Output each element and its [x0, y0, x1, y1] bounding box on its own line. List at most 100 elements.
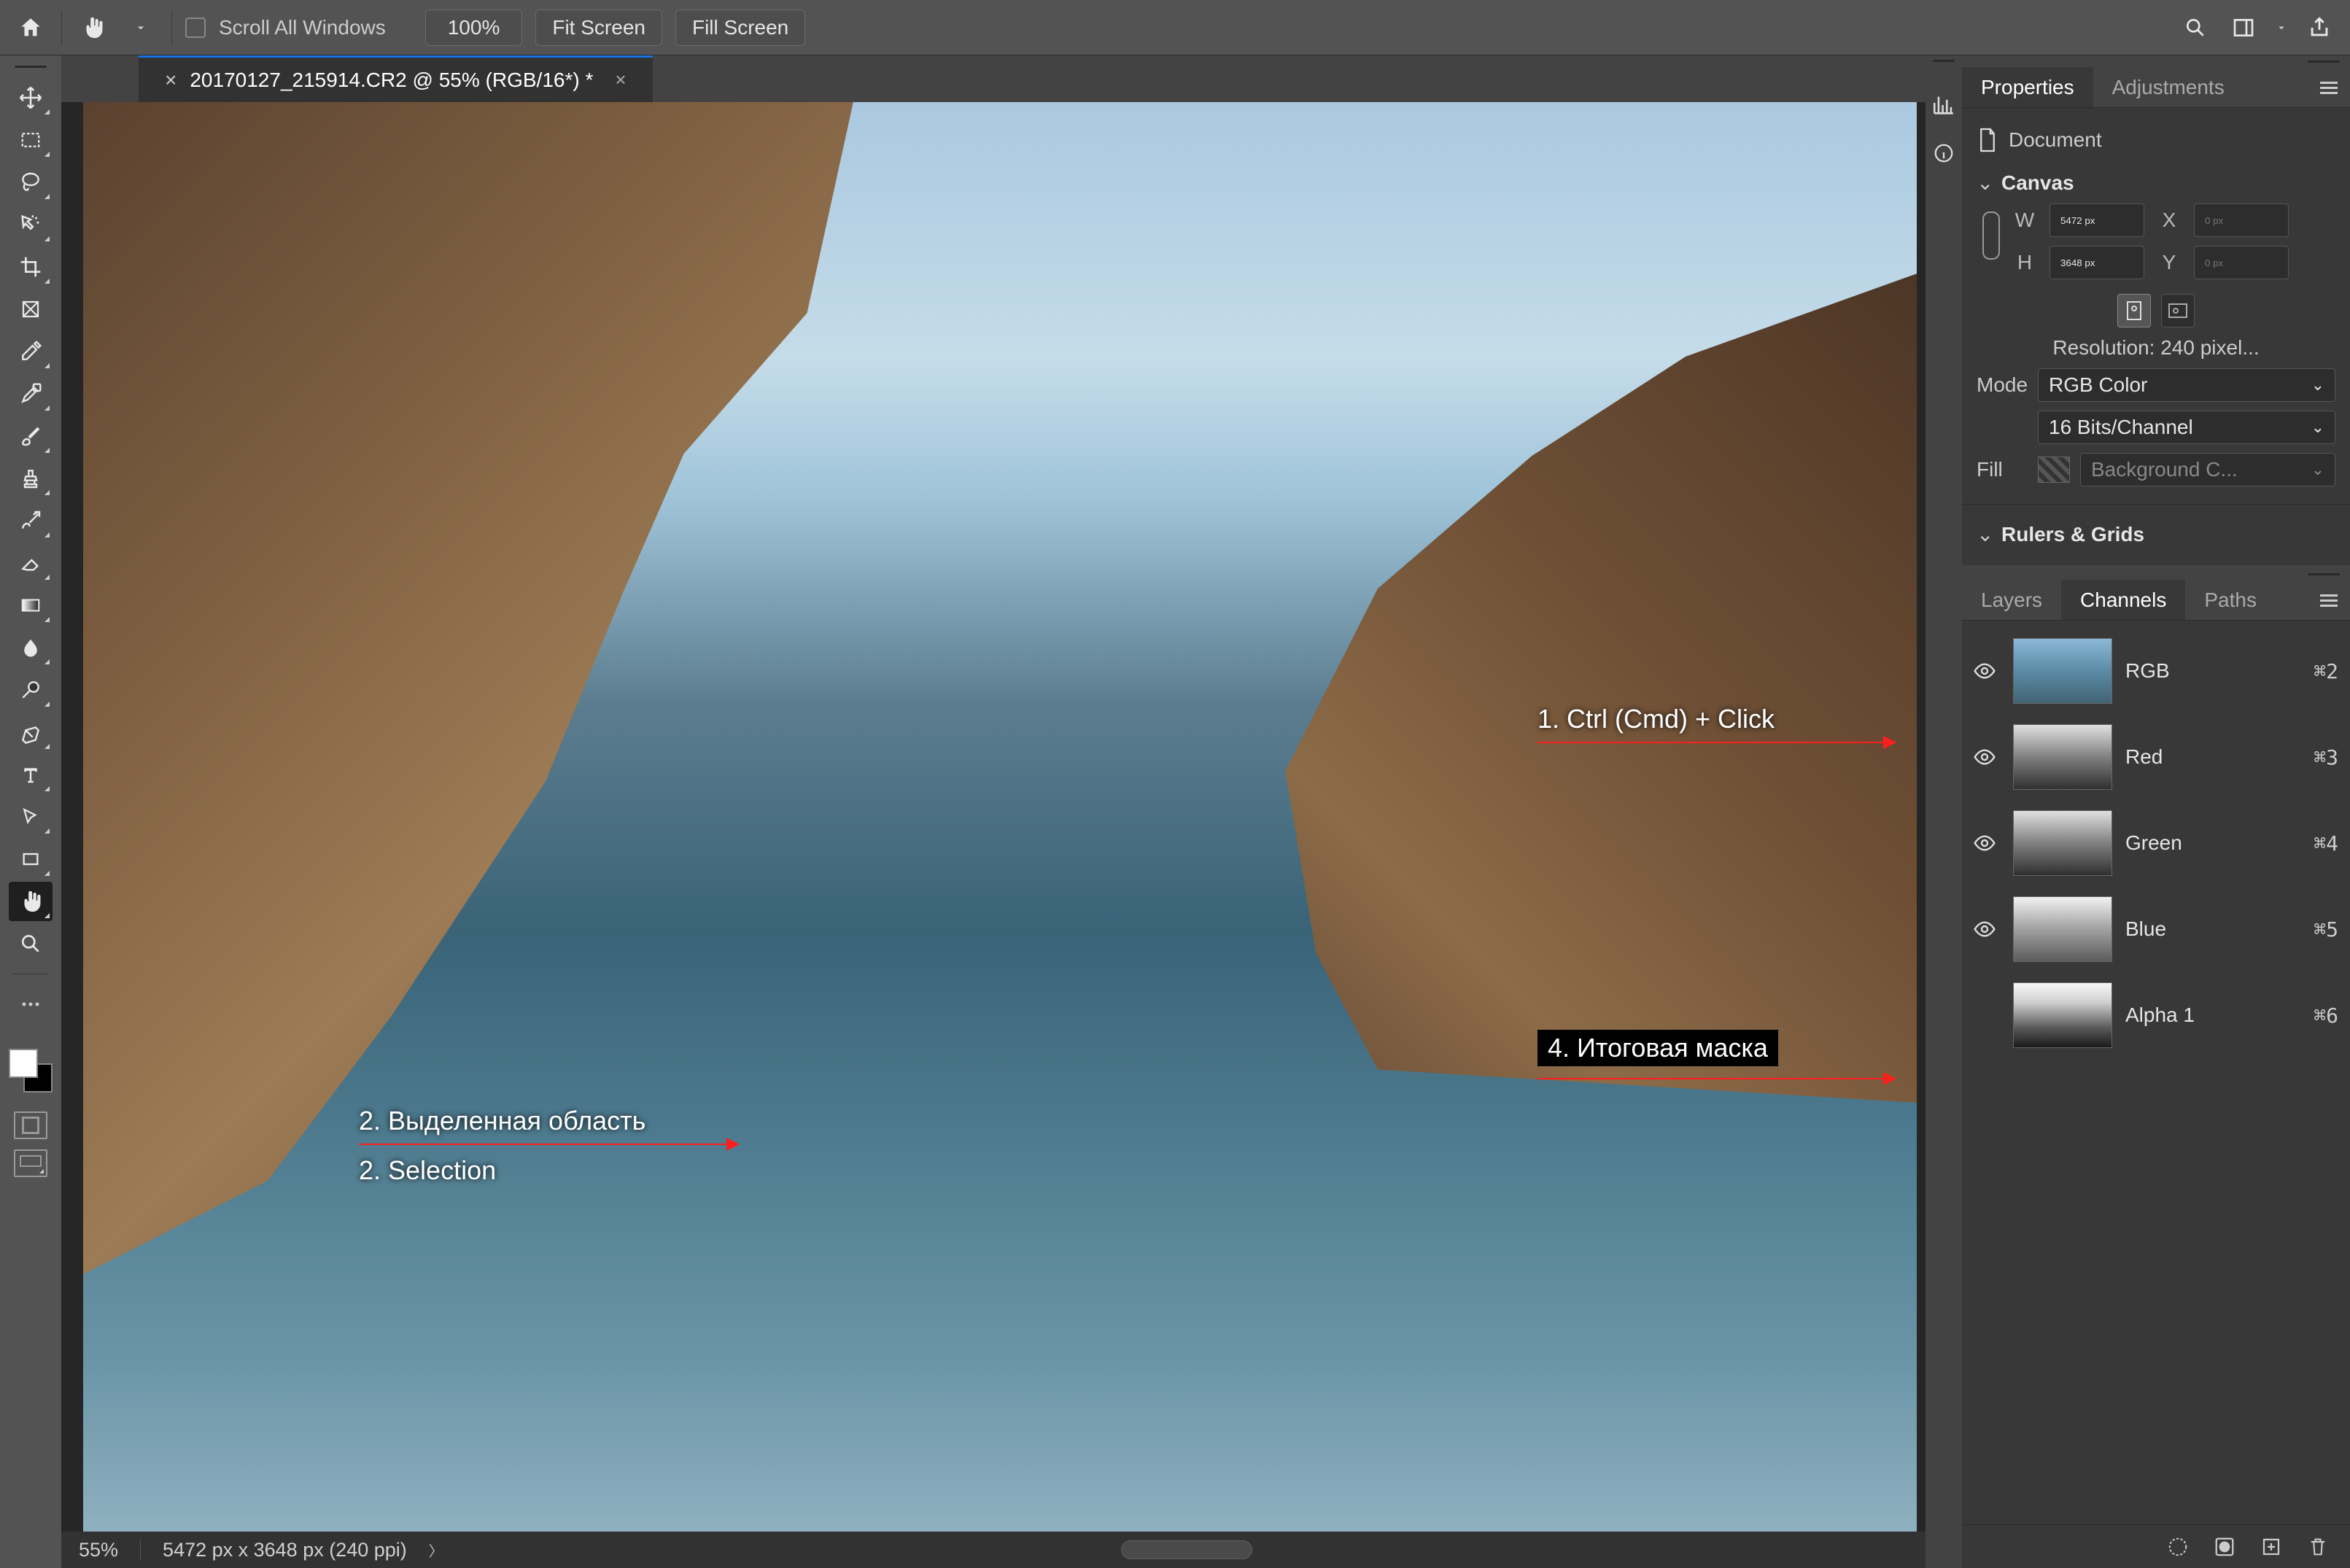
- width-field[interactable]: [2050, 203, 2144, 237]
- annotation-4: 4. Итоговая маска: [1537, 1030, 1895, 1079]
- tool-preset-dropdown-icon[interactable]: [123, 10, 158, 45]
- height-field[interactable]: [2050, 246, 2144, 279]
- edit-toolbar[interactable]: [9, 985, 53, 1024]
- color-swatches[interactable]: [9, 1049, 53, 1092]
- channels-panel: RGB ⌘2 Red ⌘3 Green ⌘4 Blue ⌘5: [1962, 621, 2350, 1568]
- info-panel-icon[interactable]: [1926, 133, 1962, 174]
- document-tab-bar: × 20170127_215914.CR2 @ 55% (RGB/16*) * …: [61, 55, 1926, 102]
- orientation-toggle: [2117, 294, 2195, 327]
- load-selection-icon[interactable]: [2165, 1534, 2191, 1560]
- clone-stamp-tool[interactable]: [9, 459, 53, 498]
- save-selection-as-channel-icon[interactable]: [2211, 1534, 2238, 1560]
- right-panel-column: Properties Adjustments Document ⌄ Canvas…: [1962, 55, 2350, 1568]
- document-icon: [1977, 127, 1998, 153]
- eyedropper-tool[interactable]: [9, 332, 53, 371]
- zoom-reset-button[interactable]: 100%: [425, 9, 523, 46]
- visibility-icon[interactable]: [1969, 656, 2000, 686]
- channels-list: RGB ⌘2 Red ⌘3 Green ⌘4 Blue ⌘5: [1962, 621, 2350, 1524]
- channel-row-red[interactable]: Red ⌘3: [1962, 714, 2350, 800]
- dodge-tool[interactable]: [9, 670, 53, 710]
- panel-grip[interactable]: [1962, 568, 2350, 580]
- crop-tool[interactable]: [9, 247, 53, 287]
- status-dimensions: 5472 px x 3648 px (240 ppi): [163, 1539, 407, 1561]
- path-select-tool[interactable]: [9, 797, 53, 837]
- panel-grip[interactable]: [15, 66, 47, 68]
- quick-select-tool[interactable]: [9, 205, 53, 244]
- scroll-all-checkbox[interactable]: [185, 18, 206, 38]
- channels-footer: [1962, 1524, 2350, 1568]
- tools-panel: [0, 55, 61, 1568]
- fit-screen-button[interactable]: Fit Screen: [535, 9, 662, 46]
- workspace-dropdown-icon[interactable]: [2274, 10, 2289, 45]
- visibility-icon[interactable]: [1969, 1000, 2000, 1031]
- tab-channels[interactable]: Channels: [2061, 580, 2185, 620]
- hand-tool[interactable]: [9, 882, 53, 921]
- close-tab-icon[interactable]: ×: [615, 69, 626, 91]
- panel-grip[interactable]: [1962, 55, 2350, 67]
- panel-menu-icon[interactable]: [2308, 67, 2350, 107]
- document-image[interactable]: 1. Ctrl (Cmd) + Click 2. Выделенная обла…: [83, 102, 1917, 1532]
- tab-properties[interactable]: Properties: [1962, 67, 2093, 107]
- status-zoom[interactable]: 55%: [79, 1539, 118, 1561]
- rectangle-tool[interactable]: [9, 839, 53, 879]
- fill-swatch[interactable]: [2038, 457, 2070, 483]
- gradient-tool[interactable]: [9, 586, 53, 625]
- zoom-tool[interactable]: [9, 924, 53, 963]
- move-tool[interactable]: [9, 78, 53, 117]
- tab-layers[interactable]: Layers: [1962, 580, 2061, 620]
- collapsed-panel-dock: [1926, 55, 1962, 1568]
- history-brush-tool[interactable]: [9, 501, 53, 540]
- brush-tool[interactable]: [9, 416, 53, 456]
- type-tool[interactable]: [9, 755, 53, 794]
- channel-thumbnail: [2013, 810, 2112, 876]
- fill-label: Fill: [1977, 458, 2028, 481]
- status-info-dropdown-icon[interactable]: 〉: [429, 1540, 443, 1561]
- frame-tool[interactable]: [9, 290, 53, 329]
- search-icon[interactable]: [2178, 10, 2213, 45]
- panel-grip[interactable]: [1926, 55, 1962, 66]
- home-icon[interactable]: [13, 10, 48, 45]
- tab-paths[interactable]: Paths: [2185, 580, 2276, 620]
- tab-adjustments[interactable]: Adjustments: [2093, 67, 2244, 107]
- new-channel-icon[interactable]: [2258, 1534, 2284, 1560]
- workspace-layout-icon[interactable]: [2226, 10, 2261, 45]
- canvas-section-header[interactable]: ⌄ Canvas: [1977, 166, 2335, 199]
- height-label: H: [2010, 251, 2039, 274]
- visibility-icon[interactable]: [1969, 828, 2000, 858]
- channel-row-green[interactable]: Green ⌘4: [1962, 800, 2350, 886]
- blur-tool[interactable]: [9, 628, 53, 667]
- horizontal-scrollbar-thumb[interactable]: [1121, 1540, 1252, 1559]
- link-wh-icon[interactable]: [1977, 199, 2006, 272]
- eraser-tool[interactable]: [9, 543, 53, 583]
- visibility-icon[interactable]: [1969, 914, 2000, 944]
- tool-preset-icon[interactable]: [75, 10, 110, 45]
- share-icon[interactable]: [2302, 10, 2337, 45]
- channel-thumbnail: [2013, 638, 2112, 704]
- orientation-portrait[interactable]: [2117, 294, 2151, 327]
- fill-screen-button[interactable]: Fill Screen: [675, 9, 805, 46]
- canvas-area[interactable]: 1. Ctrl (Cmd) + Click 2. Выделенная обла…: [61, 102, 1926, 1532]
- color-mode-dropdown[interactable]: RGB Color⌄: [2038, 368, 2335, 402]
- width-label: W: [2010, 209, 2039, 232]
- channel-row-blue[interactable]: Blue ⌘5: [1962, 886, 2350, 972]
- healing-brush-tool[interactable]: [9, 374, 53, 414]
- quick-mask-toggle[interactable]: [14, 1111, 47, 1139]
- bit-depth-dropdown[interactable]: 16 Bits/Channel⌄: [2038, 411, 2335, 444]
- channel-row-rgb[interactable]: RGB ⌘2: [1962, 628, 2350, 714]
- rulers-section-header[interactable]: ⌄ Rulers & Grids: [1977, 518, 2335, 551]
- fill-dropdown: Background C...⌄: [2080, 453, 2335, 486]
- document-tab[interactable]: × 20170127_215914.CR2 @ 55% (RGB/16*) * …: [139, 55, 653, 102]
- pen-tool[interactable]: [9, 713, 53, 752]
- delete-channel-icon[interactable]: [2305, 1534, 2331, 1560]
- resolution-text: Resolution: 240 pixel...: [2052, 336, 2259, 360]
- panel-menu-icon[interactable]: [2308, 580, 2350, 620]
- x-label: X: [2155, 209, 2184, 232]
- channel-row-alpha[interactable]: Alpha 1 ⌘6: [1962, 972, 2350, 1058]
- visibility-icon[interactable]: [1969, 742, 2000, 772]
- lasso-tool[interactable]: [9, 163, 53, 202]
- screen-mode-toggle[interactable]: [14, 1149, 47, 1177]
- histogram-panel-icon[interactable]: [1926, 85, 1962, 125]
- orientation-landscape[interactable]: [2161, 294, 2195, 327]
- rect-marquee-tool[interactable]: [9, 120, 53, 160]
- x-field: [2194, 203, 2289, 237]
